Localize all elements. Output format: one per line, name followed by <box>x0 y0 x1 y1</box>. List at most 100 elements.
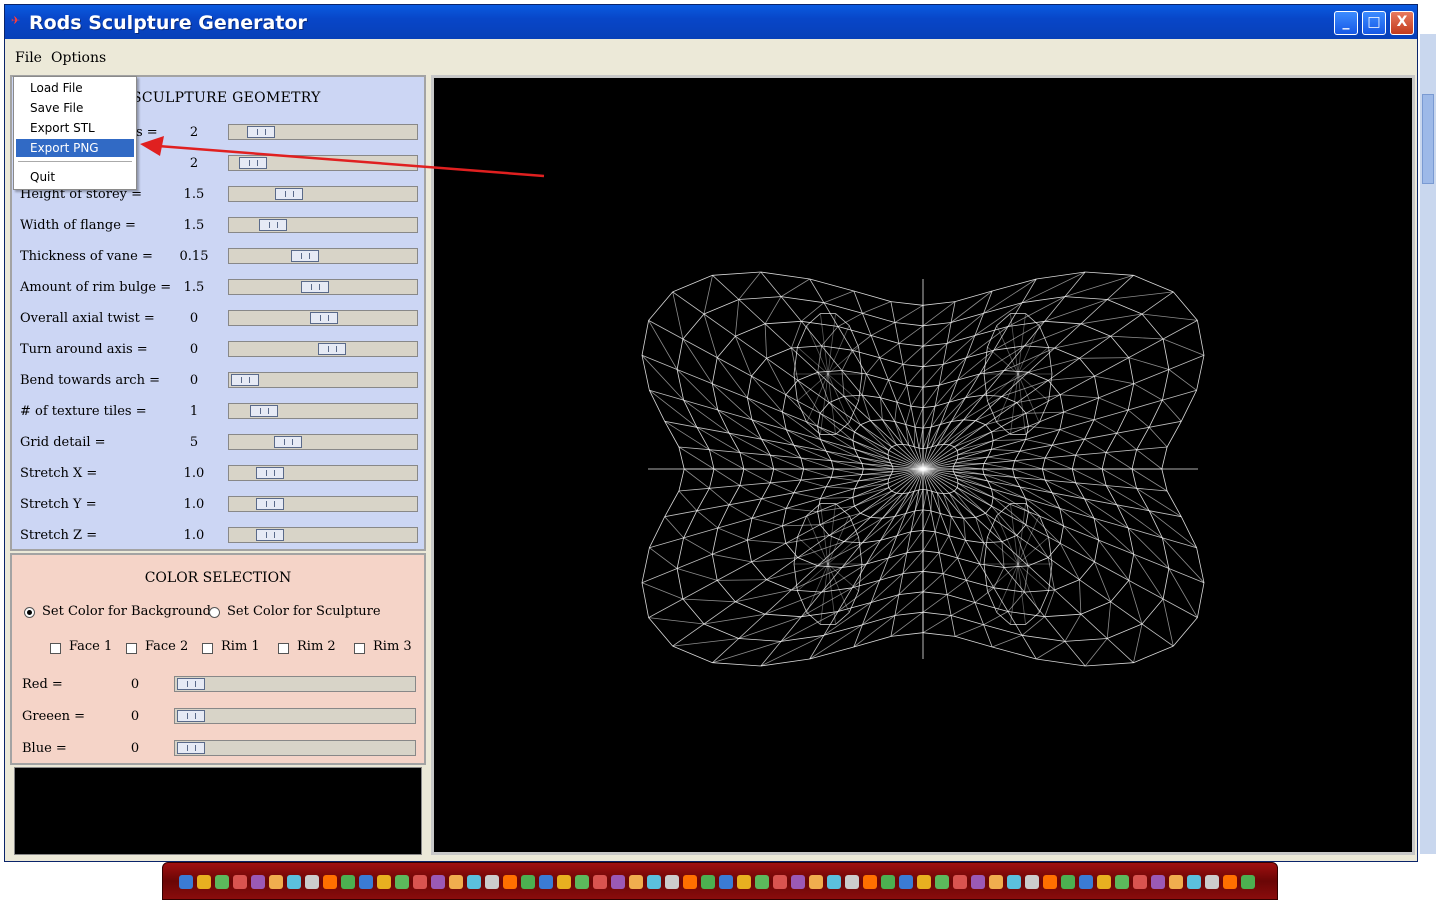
geometry-slider[interactable] <box>228 248 418 264</box>
taskbar-app-icon[interactable] <box>863 875 877 889</box>
color-slider[interactable] <box>174 676 416 692</box>
color-slider[interactable] <box>174 740 416 756</box>
check-rim-3[interactable] <box>354 643 365 654</box>
scrollbar-thumb[interactable] <box>1422 94 1434 184</box>
taskbar-app-icon[interactable] <box>449 875 463 889</box>
taskbar-app-icon[interactable] <box>1169 875 1183 889</box>
menu-options[interactable]: Options <box>51 50 106 66</box>
slider-knob[interactable] <box>231 374 259 386</box>
geometry-slider[interactable] <box>228 403 418 419</box>
taskbar-app-icon[interactable] <box>467 875 481 889</box>
geometry-slider[interactable] <box>228 217 418 233</box>
taskbar-app-icon[interactable] <box>1097 875 1111 889</box>
taskbar-app-icon[interactable] <box>575 875 589 889</box>
taskbar-app-icon[interactable] <box>1133 875 1147 889</box>
taskbar-app-icon[interactable] <box>935 875 949 889</box>
taskbar-app-icon[interactable] <box>791 875 805 889</box>
slider-knob[interactable] <box>177 678 205 690</box>
geometry-slider[interactable] <box>228 310 418 326</box>
geometry-slider[interactable] <box>228 279 418 295</box>
background-scrollbar[interactable] <box>1420 34 1436 854</box>
taskbar-app-icon[interactable] <box>827 875 841 889</box>
taskbar-app-icon[interactable] <box>593 875 607 889</box>
taskbar-app-icon[interactable] <box>611 875 625 889</box>
sculpture-viewport[interactable] <box>431 75 1415 855</box>
taskbar-app-icon[interactable] <box>1025 875 1039 889</box>
taskbar-app-icon[interactable] <box>737 875 751 889</box>
check-rim-1[interactable] <box>202 643 213 654</box>
slider-knob[interactable] <box>273 436 302 448</box>
check-face-2[interactable] <box>126 643 137 654</box>
taskbar-app-icon[interactable] <box>701 875 715 889</box>
check-face-1[interactable] <box>50 643 61 654</box>
menu-item-quit[interactable]: Quit <box>16 168 134 186</box>
taskbar-app-icon[interactable] <box>1151 875 1165 889</box>
taskbar-app-icon[interactable] <box>485 875 499 889</box>
taskbar-app-icon[interactable] <box>953 875 967 889</box>
taskbar-app-icon[interactable] <box>1043 875 1057 889</box>
taskbar-app-icon[interactable] <box>1061 875 1075 889</box>
taskbar-app-icon[interactable] <box>503 875 517 889</box>
geometry-slider[interactable] <box>228 124 418 140</box>
taskbar-app-icon[interactable] <box>251 875 265 889</box>
slider-knob[interactable] <box>291 250 320 262</box>
geometry-slider[interactable] <box>228 465 418 481</box>
slider-knob[interactable] <box>177 710 205 722</box>
taskbar-app-icon[interactable] <box>539 875 553 889</box>
taskbar-app-icon[interactable] <box>647 875 661 889</box>
title-bar[interactable]: ✈ Rods Sculpture Generator _ □ X <box>5 5 1417 39</box>
taskbar-app-icon[interactable] <box>881 875 895 889</box>
taskbar-app-icon[interactable] <box>719 875 733 889</box>
geometry-slider[interactable] <box>228 186 418 202</box>
slider-knob[interactable] <box>259 219 288 231</box>
menu-item-export-stl[interactable]: Export STL <box>16 119 134 137</box>
slider-knob[interactable] <box>300 281 329 293</box>
minimize-button[interactable]: _ <box>1334 11 1358 35</box>
taskbar-app-icon[interactable] <box>1205 875 1219 889</box>
taskbar-app-icon[interactable] <box>629 875 643 889</box>
taskbar-app-icon[interactable] <box>323 875 337 889</box>
menu-item-load-file[interactable]: Load File <box>16 79 134 97</box>
taskbar-app-icon[interactable] <box>395 875 409 889</box>
taskbar-app-icon[interactable] <box>431 875 445 889</box>
taskbar-app-icon[interactable] <box>683 875 697 889</box>
taskbar-app-icon[interactable] <box>179 875 193 889</box>
taskbar-app-icon[interactable] <box>341 875 355 889</box>
taskbar-app-icon[interactable] <box>1187 875 1201 889</box>
geometry-slider[interactable] <box>228 527 418 543</box>
taskbar-app-icon[interactable] <box>755 875 769 889</box>
menu-item-save-file[interactable]: Save File <box>16 99 134 117</box>
slider-knob[interactable] <box>317 343 346 355</box>
menu-item-export-png[interactable]: Export PNG <box>16 139 134 157</box>
geometry-slider[interactable] <box>228 372 418 388</box>
geometry-slider[interactable] <box>228 496 418 512</box>
taskbar-app-icon[interactable] <box>413 875 427 889</box>
taskbar-app-icon[interactable] <box>377 875 391 889</box>
taskbar-app-icon[interactable] <box>557 875 571 889</box>
taskbar-app-icon[interactable] <box>521 875 535 889</box>
taskbar-app-icon[interactable] <box>899 875 913 889</box>
taskbar-app-icon[interactable] <box>197 875 211 889</box>
background-radio[interactable] <box>24 607 35 618</box>
sculpture-radio[interactable] <box>209 607 220 618</box>
taskbar-app-icon[interactable] <box>1007 875 1021 889</box>
geometry-slider[interactable] <box>228 155 418 171</box>
slider-knob[interactable] <box>256 529 285 541</box>
taskbar-app-icon[interactable] <box>809 875 823 889</box>
taskbar-app-icon[interactable] <box>215 875 229 889</box>
taskbar-app-icon[interactable] <box>989 875 1003 889</box>
taskbar-app-icon[interactable] <box>917 875 931 889</box>
slider-knob[interactable] <box>310 312 338 324</box>
slider-knob[interactable] <box>238 157 267 169</box>
slider-knob[interactable] <box>246 126 275 138</box>
taskbar-app-icon[interactable] <box>233 875 247 889</box>
taskbar-app-icon[interactable] <box>269 875 283 889</box>
slider-knob[interactable] <box>256 498 285 510</box>
taskbar-app-icon[interactable] <box>1115 875 1129 889</box>
slider-knob[interactable] <box>249 405 278 417</box>
color-slider[interactable] <box>174 708 416 724</box>
taskbar-app-icon[interactable] <box>845 875 859 889</box>
taskbar-app-icon[interactable] <box>665 875 679 889</box>
slider-knob[interactable] <box>275 188 304 200</box>
geometry-slider[interactable] <box>228 434 418 450</box>
